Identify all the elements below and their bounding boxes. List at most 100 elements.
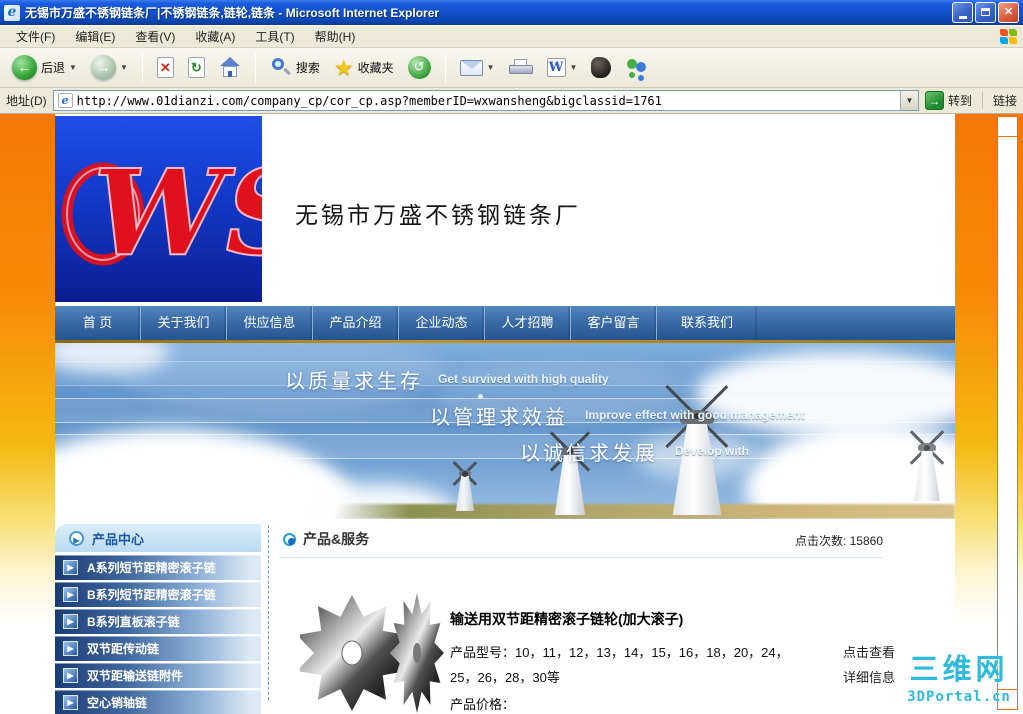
favicon: e [57, 93, 73, 108]
company-name: 无锡市万盛不锈钢链条厂 [295, 203, 581, 229]
sidebar-item-b-straight[interactable]: ▶ B系列直板滚子链 [55, 609, 261, 634]
nav-news[interactable]: 企业动态 [399, 306, 485, 340]
product-model-line1: 产品型号：10，11，12，13，14，15，16，18，20，24， [450, 645, 789, 660]
toolbar-separator [444, 52, 446, 83]
word-caret-icon[interactable]: ▼ [570, 63, 578, 72]
refresh-button[interactable]: ↻ [184, 55, 209, 80]
nav-supply[interactable]: 供应信息 [227, 306, 313, 340]
favorites-star-icon: ★ [333, 54, 354, 80]
menu-help[interactable]: 帮助(H) [305, 25, 366, 48]
forward-icon: → [90, 55, 116, 80]
toolbar-separator [254, 52, 256, 83]
nav-contact[interactable]: 联系我们 [657, 306, 757, 340]
back-button[interactable]: ← 后退 ▼ [8, 53, 81, 82]
search-button[interactable]: 搜索 [266, 55, 324, 81]
messenger-button-1[interactable] [587, 55, 615, 80]
menu-tools[interactable]: 工具(T) [245, 25, 304, 48]
address-input[interactable] [76, 93, 900, 108]
site-header: WS 无锡市万盛不锈钢链条厂 [55, 114, 955, 304]
scrollbar[interactable] [997, 116, 1018, 710]
sidebar-header-icon: ▶ [69, 530, 84, 546]
stop-button[interactable]: ✕ [153, 55, 178, 80]
view-details-link-line2[interactable]: 详细信息 [843, 667, 895, 686]
hero-banner: 以质量求生存 Get survived with high quality 以管… [55, 343, 955, 519]
forward-caret-icon[interactable]: ▼ [120, 63, 128, 72]
site-content: WS 无锡市万盛不锈钢链条厂 首 页 关于我们 供应信息 产品介绍 企业动态 人… [55, 114, 955, 714]
section-header: 产品&服务 [283, 529, 883, 549]
menu-file[interactable]: 文件(F) [6, 25, 65, 48]
messenger-button-2[interactable] [621, 55, 653, 81]
ie-icon: e [4, 4, 20, 21]
menu-edit[interactable]: 编辑(E) [65, 25, 125, 48]
company-logo[interactable]: WS [55, 116, 312, 302]
address-field[interactable]: e ▼ [52, 90, 919, 111]
windows-logo-icon [999, 28, 1017, 46]
favorites-button[interactable]: ★ 收藏夹 [330, 55, 398, 81]
mail-caret-icon[interactable]: ▼ [487, 63, 495, 72]
page-right-margin [955, 114, 1023, 714]
go-arrow-icon: → [924, 91, 944, 110]
main-nav: 首 页 关于我们 供应信息 产品介绍 企业动态 人才招聘 客户留言 联系我们 [55, 306, 955, 340]
title-bar: e 无锡市万盛不锈钢链条厂|不锈钢链条,链轮,链条 - Microsoft In… [0, 0, 1023, 25]
mail-button[interactable]: ▼ [456, 58, 499, 78]
section-bullet-icon [283, 532, 296, 546]
logo-monogram-graphic: WS [61, 142, 312, 283]
site-watermark: 三维网 3DPortal.cn [907, 652, 1011, 705]
sidebar-header: ▶ 产品中心 [55, 524, 261, 552]
links-toolbar[interactable]: 链接 [981, 92, 1017, 109]
menu-bar: 文件(F) 编辑(E) 查看(V) 收藏(A) 工具(T) 帮助(H) [0, 25, 1023, 48]
product-model-line2: 25，26，28，30等 [450, 670, 560, 685]
forward-button[interactable]: → ▼ [87, 53, 132, 82]
sidebar-item-a-series[interactable]: ▶ A系列短节距精密滚子链 [55, 555, 261, 580]
sidebar-item-hollow-pin[interactable]: ▶ 空心销轴链 [55, 690, 261, 714]
svg-text:WS: WS [93, 143, 262, 282]
sidebar-item-double-pitch-drive[interactable]: ▶ 双节距传动链 [55, 636, 261, 661]
back-caret-icon[interactable]: ▼ [69, 63, 77, 72]
minimize-button[interactable] [952, 2, 973, 23]
back-label: 后退 [41, 61, 66, 75]
home-button[interactable] [215, 55, 245, 80]
product-image[interactable] [296, 591, 450, 714]
search-icon [270, 57, 292, 79]
restore-button[interactable] [975, 2, 996, 23]
sidebar-header-label: 产品中心 [92, 531, 145, 547]
view-details-link-line1[interactable]: 点击查看 [843, 642, 895, 661]
history-button[interactable]: ↺ [404, 54, 435, 81]
arrow-icon: ▶ [63, 614, 78, 629]
edit-with-word-button[interactable]: W ▼ [543, 56, 582, 79]
menu-view[interactable]: 查看(V) [125, 25, 185, 48]
arrow-icon: ▶ [63, 587, 78, 602]
nav-guestbook[interactable]: 客户留言 [571, 306, 657, 340]
section-title: 产品&服务 [303, 531, 370, 547]
go-button[interactable]: → 转到 [924, 91, 972, 110]
slogan-1-zh: 以质量求生存 [285, 371, 423, 393]
toolbar: ← 后退 ▼ → ▼ ✕ ↻ 搜索 ★ 收藏夹 ↺ ▼ W ▼ [0, 48, 1023, 88]
address-dropdown-button[interactable]: ▼ [899, 91, 918, 110]
browser-window: e 无锡市万盛不锈钢链条厂|不锈钢链条,链轮,链条 - Microsoft In… [0, 0, 1023, 714]
section-divider [279, 557, 883, 558]
product-price-label: 产品价格： [450, 697, 516, 712]
close-button[interactable]: ✕ [998, 2, 1019, 23]
scrollbar-up-button[interactable] [998, 117, 1017, 137]
slogan-2-en: Improve effect with good management [585, 408, 805, 422]
nav-home[interactable]: 首 页 [55, 306, 141, 340]
product-title[interactable]: 输送用双节距精密滚子链轮(加大滚子) [450, 609, 683, 629]
home-icon [219, 57, 241, 78]
content-divider [268, 525, 269, 700]
banner-field [335, 504, 955, 519]
nav-jobs[interactable]: 人才招聘 [485, 306, 571, 340]
menu-favorites[interactable]: 收藏(A) [185, 25, 245, 48]
nav-products[interactable]: 产品介绍 [313, 306, 399, 340]
sidebar-item-b-series[interactable]: ▶ B系列短节距精密滚子链 [55, 582, 261, 607]
sidebar-item-double-pitch-conveyor[interactable]: ▶ 双节距输送链附件 [55, 663, 261, 688]
printer-icon [508, 58, 533, 77]
arrow-icon: ▶ [63, 560, 78, 575]
banner-dot [478, 394, 483, 399]
slogan-3-zh: 以诚信求发展 [520, 443, 658, 465]
sidebar: ▶ 产品中心 ▶ A系列短节距精密滚子链 ▶ B系列短节距精密滚子链 ▶ B系列… [55, 519, 265, 714]
print-button[interactable] [505, 57, 537, 79]
slogan-1-en: Get survived with high quality [438, 372, 609, 386]
nav-about[interactable]: 关于我们 [141, 306, 227, 340]
history-icon: ↺ [407, 56, 431, 79]
address-bar: 地址(D) e ▼ → 转到 链接 [0, 88, 1023, 114]
